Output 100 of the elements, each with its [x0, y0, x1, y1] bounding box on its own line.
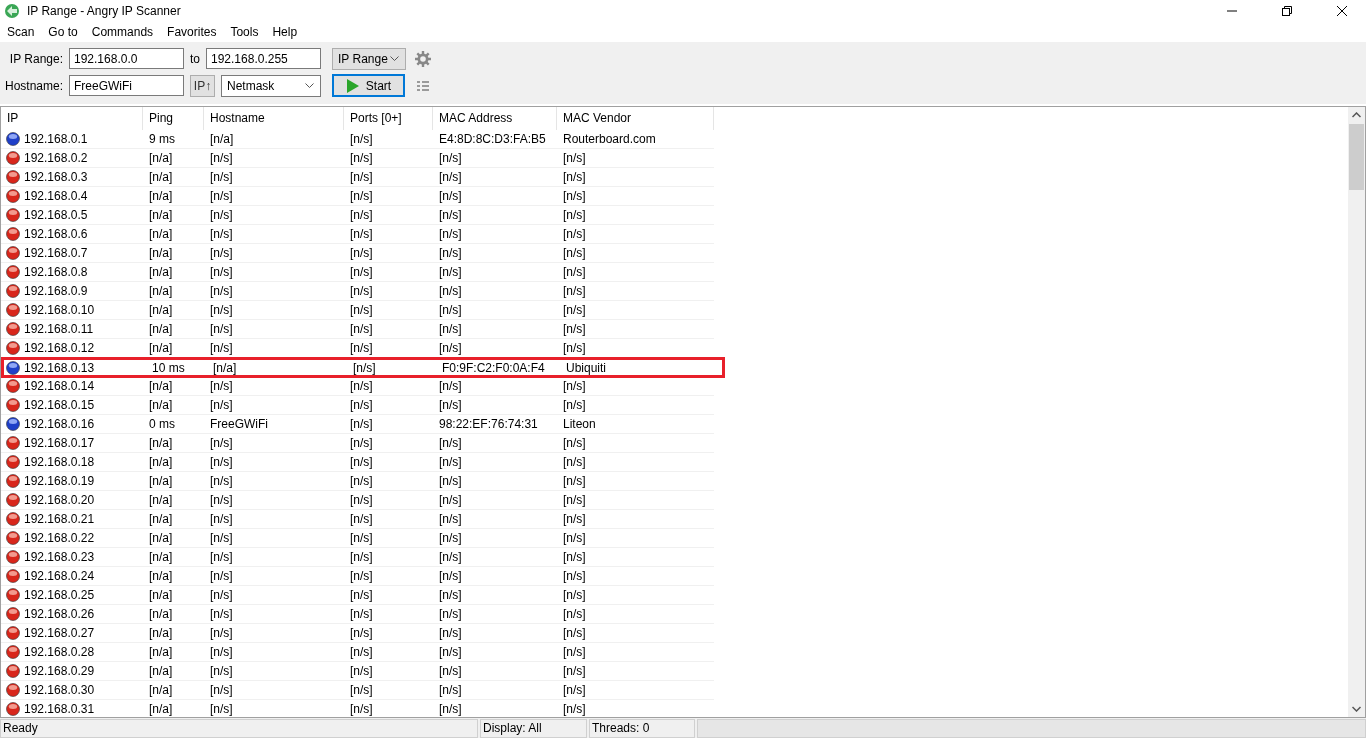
close-icon[interactable]	[1337, 6, 1347, 16]
menu-item[interactable]: Commands	[91, 25, 154, 39]
mac-vendor-cell-text: [n/s]	[562, 644, 587, 661]
ping-cell-text: [n/a]	[148, 606, 174, 623]
column-header[interactable]: Hostname	[204, 107, 344, 130]
mac-vendor-cell-text: [n/s]	[562, 568, 587, 585]
ip-cell: 192.168.0.23	[24, 550, 95, 564]
mac-vendor-cell-text: [n/s]	[562, 530, 587, 547]
ip-lookup-button[interactable]: IP↑	[190, 74, 215, 97]
mac-address-cell-text: [n/s]	[438, 530, 463, 547]
ports-cell-text: [n/s]	[349, 302, 374, 319]
ping-cell-text: [n/a]	[148, 397, 174, 414]
ip-cell: 192.168.0.13	[24, 360, 95, 375]
mac-address-cell-text: [n/s]	[438, 245, 463, 262]
mac-vendor-cell-text: [n/s]	[562, 283, 587, 300]
ping-cell-text: [n/a]	[148, 492, 174, 509]
mac-address-cell-text: [n/s]	[438, 587, 463, 604]
mac-address-cell-text: [n/s]	[438, 150, 463, 167]
ip-cell: 192.168.0.1	[24, 132, 88, 146]
ip-cell: 192.168.0.10	[24, 303, 95, 317]
ping-cell-text: [n/a]	[148, 264, 174, 281]
threads-count-text: Threads: 0	[589, 719, 695, 738]
hostname-cell-text: [n/s]	[209, 644, 234, 661]
ping-cell-text: [n/a]	[148, 169, 174, 186]
ports-cell-text: [n/s]	[349, 150, 374, 167]
menu-item[interactable]: Help	[272, 25, 298, 39]
ports-cell-text: [n/s]	[349, 682, 374, 699]
ip-cell: 192.168.0.17	[24, 436, 95, 450]
column-header[interactable]: MAC Vendor	[557, 107, 714, 130]
mac-address-cell-text: 98:22:EF:76:74:31	[438, 416, 539, 433]
ports-cell-text: [n/s]	[349, 169, 374, 186]
ip-range-label: IP Range:	[8, 51, 63, 66]
ip-cell: 192.168.0.25	[24, 588, 95, 602]
ports-cell-text: [n/s]	[349, 701, 374, 717]
mac-address-cell-text: [n/s]	[438, 568, 463, 585]
hostname-cell-text: FreeGWiFi	[209, 416, 269, 433]
ports-cell-text: [n/s]	[349, 416, 374, 433]
range-start-field[interactable]: 192.168.0.0	[69, 48, 184, 69]
scroll-down-icon[interactable]	[1352, 706, 1361, 712]
column-header[interactable]: Ping	[143, 107, 204, 130]
menu-item[interactable]: Go to	[48, 25, 78, 39]
scrollbar-thumb[interactable]	[1349, 124, 1364, 190]
scroll-up-icon[interactable]	[1352, 112, 1361, 118]
netmask-dropdown[interactable]: Netmask	[221, 74, 321, 97]
ping-cell-text: [n/a]	[148, 207, 174, 224]
to-label: to	[190, 51, 200, 66]
mac-vendor-cell-text: [n/s]	[562, 606, 587, 623]
mac-vendor-cell-text: [n/s]	[562, 511, 587, 528]
window-title: IP Range - Angry IP Scanner	[27, 4, 181, 18]
ip-cell: 192.168.0.29	[24, 664, 95, 678]
mac-address-cell-text: [n/s]	[438, 511, 463, 528]
hostname-cell-text: [n/s]	[209, 606, 234, 623]
ports-cell-text: [n/s]	[349, 606, 374, 623]
ports-cell-text: [n/s]	[349, 397, 374, 414]
menu-item[interactable]: Scan	[7, 25, 35, 39]
range-end-field[interactable]: 192.168.0.255	[206, 48, 321, 69]
ports-cell-text: [n/s]	[349, 568, 374, 585]
ping-cell-text: [n/a]	[148, 340, 174, 357]
ping-cell-text: [n/a]	[148, 435, 174, 452]
list-icon[interactable]	[417, 80, 429, 91]
hostname-cell-text: [n/s]	[209, 207, 234, 224]
ip-cell: 192.168.0.14	[24, 379, 95, 393]
mac-address-cell-text: [n/s]	[438, 207, 463, 224]
feeder-dropdown[interactable]: IP Range	[332, 47, 406, 70]
mac-vendor-cell-text: [n/s]	[562, 701, 587, 717]
column-header[interactable]: IP	[1, 107, 143, 130]
column-header[interactable]: Ports [0+]	[344, 107, 433, 130]
ping-cell-text: [n/a]	[148, 511, 174, 528]
vertical-scrollbar[interactable]	[1348, 107, 1365, 717]
ping-cell-text: [n/a]	[148, 568, 174, 585]
mac-address-cell-text: [n/s]	[438, 682, 463, 699]
menu-item[interactable]: Favorites	[167, 25, 217, 39]
ping-cell-text: 10 ms	[151, 360, 186, 375]
settings-icon[interactable]	[414, 49, 432, 68]
mac-vendor-cell-text: [n/s]	[562, 264, 587, 281]
ping-cell-text: [n/a]	[148, 625, 174, 642]
mac-vendor-cell-text: [n/s]	[562, 473, 587, 490]
ip-cell: 192.168.0.12	[24, 341, 95, 355]
mac-vendor-cell-text: [n/s]	[562, 188, 587, 205]
ip-cell: 192.168.0.6	[24, 227, 88, 241]
hostname-cell-text: [n/s]	[209, 549, 234, 566]
menu-item[interactable]: Tools	[230, 25, 259, 39]
ip-cell: 192.168.0.15	[24, 398, 95, 412]
ports-cell-text: [n/s]	[349, 321, 374, 338]
ping-cell-text: [n/a]	[148, 454, 174, 471]
ip-cell: 192.168.0.5	[24, 208, 88, 222]
status-text: Ready	[0, 719, 478, 738]
mac-vendor-cell-text: [n/s]	[562, 492, 587, 509]
hostname-field[interactable]: FreeGWiFi	[69, 75, 184, 96]
ip-cell: 192.168.0.26	[24, 607, 95, 621]
hostname-cell-text: [n/s]	[209, 340, 234, 357]
column-header[interactable]: MAC Address	[433, 107, 557, 130]
hostname-cell-text: [n/s]	[209, 245, 234, 262]
mac-vendor-cell-text: [n/s]	[562, 663, 587, 680]
mac-address-cell-text: [n/s]	[438, 283, 463, 300]
ping-cell-text: [n/a]	[148, 682, 174, 699]
restore-icon[interactable]	[1282, 6, 1292, 16]
start-button[interactable]: Start	[332, 74, 405, 97]
mac-vendor-cell-text: [n/s]	[562, 245, 587, 262]
ip-cell: 192.168.0.24	[24, 569, 95, 583]
